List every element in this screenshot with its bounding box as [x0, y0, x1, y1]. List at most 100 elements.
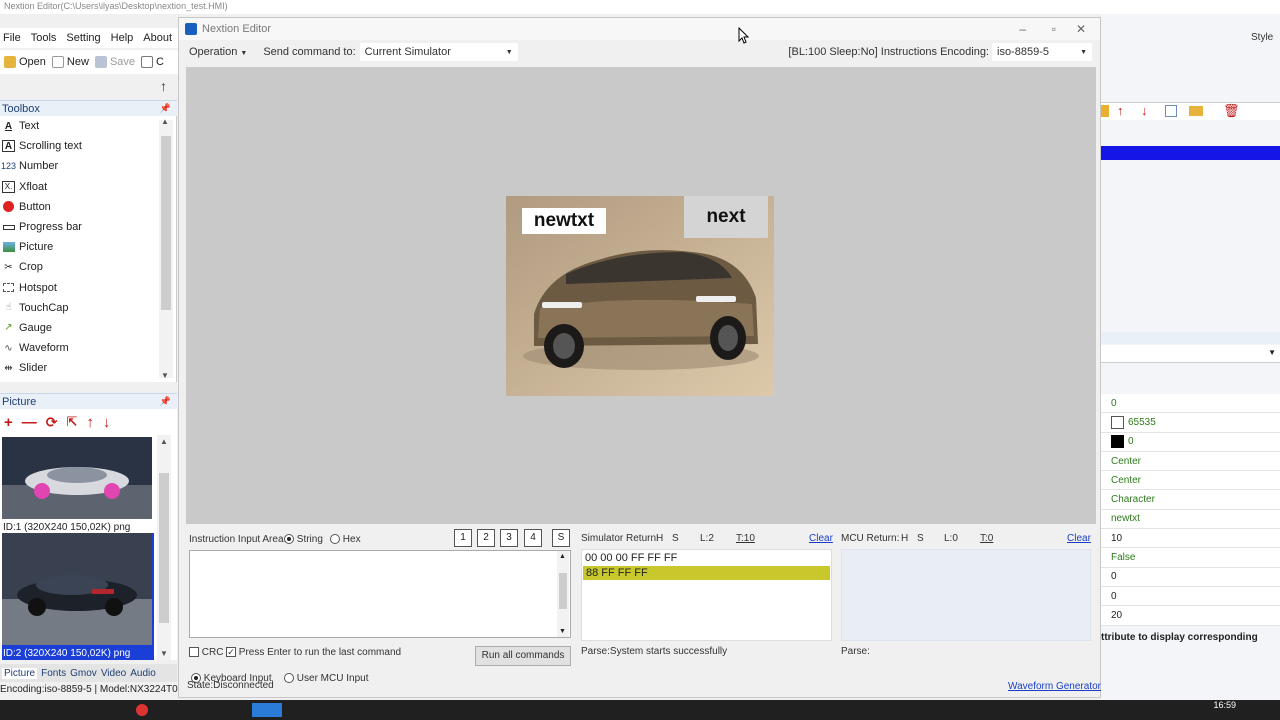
scroll-down-icon[interactable]: ▼ [559, 628, 566, 635]
operation-menu[interactable]: Operation ▼ [189, 46, 247, 58]
open-button[interactable]: Open [4, 56, 46, 68]
move-down-icon[interactable]: ↓ [1141, 103, 1148, 118]
toolbox-item-text[interactable]: A Text [0, 116, 176, 136]
close-icon[interactable]: ✕ [1076, 22, 1086, 36]
instruction-input-textarea[interactable]: ▲ ▼ [189, 550, 571, 638]
tab-picture[interactable]: Picture [2, 667, 38, 679]
attribute-row[interactable]: Center [1101, 471, 1280, 491]
menu-help[interactable]: Help [111, 32, 134, 44]
component-icon[interactable] [1101, 105, 1109, 117]
attribute-row[interactable]: 0 [1101, 433, 1280, 452]
command-save-button[interactable]: S [552, 529, 570, 547]
toolbox-item-xfloat[interactable]: X. Xfloat [0, 177, 176, 197]
mcu-return-s-toggle[interactable]: S [917, 533, 924, 544]
user-mcu-input-radio[interactable]: User MCU Input [284, 673, 368, 684]
picture-scrollbar[interactable]: ▲ ▼ [157, 435, 171, 660]
picture-item[interactable]: ID:1 (320X240 150,02K) png [2, 437, 154, 534]
component-select[interactable]: ▼ [1101, 345, 1280, 363]
attribute-row[interactable]: 0 [1101, 587, 1280, 607]
toolbox-item-picture[interactable]: Picture [0, 237, 176, 257]
tab-audio[interactable]: Audio [130, 668, 156, 679]
maximize-icon[interactable]: ▫ [1052, 22, 1056, 36]
minimize-icon[interactable]: – [1019, 22, 1026, 36]
mcu-return-h-toggle[interactable]: H [901, 533, 908, 544]
attribute-row[interactable]: 20 [1101, 606, 1280, 626]
toolbox-scrollbar[interactable]: ▲ ▼ [159, 117, 173, 380]
attribute-row[interactable]: Character [1101, 490, 1280, 510]
toolbox-item-hotspot[interactable]: Hotspot [0, 278, 176, 298]
toolbox-item-slider[interactable]: ⇹ Slider [0, 358, 176, 378]
string-radio[interactable]: String [284, 534, 323, 545]
chevron-down-icon[interactable]: ▼ [1268, 348, 1276, 357]
compile-button[interactable]: C [141, 56, 164, 68]
remove-icon[interactable]: — [22, 414, 37, 431]
picture-item-selected[interactable]: ID:2 (320X240 150,02K) png [2, 533, 154, 660]
encoding-select[interactable]: iso-8859-5 ▼ [992, 43, 1092, 61]
save-button[interactable]: Save [94, 56, 135, 68]
arrow-up-icon[interactable]: ↑ [160, 78, 167, 94]
chrome-app-icon[interactable] [136, 704, 148, 716]
command-slot-1-button[interactable]: 1 [454, 529, 472, 547]
paste-icon[interactable] [1189, 106, 1203, 116]
scroll-thumb[interactable] [159, 473, 169, 623]
scroll-up-icon[interactable]: ▲ [160, 437, 168, 446]
toolbox-item-button[interactable]: Button [0, 197, 176, 217]
scroll-thumb[interactable] [559, 573, 567, 609]
move-up-icon[interactable]: ↑ [86, 414, 94, 431]
tab-video[interactable]: Video [101, 668, 126, 679]
scroll-down-icon[interactable]: ▼ [160, 649, 168, 658]
toolbox-item-waveform[interactable]: ∿ Waveform [0, 338, 176, 358]
toolbox-item-progress-bar[interactable]: Progress bar [0, 217, 176, 237]
mcu-return-clear-link[interactable]: Clear [1067, 533, 1091, 544]
attribute-row[interactable]: False [1101, 548, 1280, 568]
scroll-up-icon[interactable]: ▲ [559, 553, 566, 560]
press-enter-checkbox[interactable]: ✓ Press Enter to run the last command [226, 647, 401, 658]
menu-about[interactable]: About [143, 32, 172, 44]
menu-file[interactable]: File [3, 32, 21, 44]
sim-return-clear-link[interactable]: Clear [809, 533, 833, 544]
sim-return-s-toggle[interactable]: S [672, 533, 679, 544]
scroll-down-icon[interactable]: ▼ [161, 371, 169, 380]
next-button-component[interactable]: next [684, 196, 768, 238]
scroll-thumb[interactable] [161, 136, 171, 310]
send-target-select[interactable]: Current Simulator ▼ [359, 43, 518, 61]
mcu-return-timeout[interactable]: T:0 [980, 533, 993, 544]
device-screen[interactable]: newtxt next [506, 196, 774, 396]
attribute-row[interactable]: 10 [1101, 529, 1280, 549]
newtxt-text-component[interactable]: newtxt [522, 208, 606, 234]
move-up-icon[interactable]: ↑ [1117, 103, 1124, 118]
simulator-return-box[interactable]: 00 00 00 FF FF FF 88 FF FF FF [581, 549, 832, 641]
replace-icon[interactable]: ⟳ [46, 414, 58, 431]
mcu-return-box[interactable] [841, 549, 1091, 641]
menu-setting[interactable]: Setting [66, 32, 100, 44]
attribute-row[interactable]: Center [1101, 452, 1280, 472]
tab-gmov[interactable]: Gmov [70, 668, 97, 679]
hex-radio[interactable]: Hex [330, 534, 361, 545]
sim-return-timeout[interactable]: T:10 [736, 533, 755, 544]
copy-icon[interactable] [1165, 105, 1177, 117]
toolbox-item-scrolling-text[interactable]: A Scrolling text [0, 136, 176, 156]
command-slot-4-button[interactable]: 4 [524, 529, 542, 547]
toolbox-item-touchcap[interactable]: ☝ TouchCap [0, 298, 176, 318]
nextion-app-icon[interactable] [252, 703, 282, 717]
scroll-up-icon[interactable]: ▲ [161, 117, 169, 126]
menu-tools[interactable]: Tools [31, 32, 57, 44]
toolbox-item-gauge[interactable]: ↗ Gauge [0, 318, 176, 338]
textarea-scrollbar[interactable]: ▲ ▼ [557, 551, 569, 637]
pin-icon[interactable]: 📌 [160, 103, 171, 114]
waveform-generator-link[interactable]: Waveform Generator [1008, 681, 1101, 692]
attribute-row[interactable]: newtxt [1101, 510, 1280, 530]
run-all-commands-button[interactable]: Run all commands [475, 646, 571, 666]
command-slot-3-button[interactable]: 3 [500, 529, 518, 547]
add-icon[interactable]: + [4, 414, 13, 431]
pin-icon[interactable]: 📌 [160, 396, 171, 407]
tab-fonts[interactable]: Fonts [41, 668, 66, 679]
toolbox-item-number[interactable]: 123 Number [0, 156, 176, 176]
export-icon[interactable]: ⇱ [67, 414, 78, 430]
move-down-icon[interactable]: ↓ [103, 414, 111, 431]
style-menu[interactable]: Style [1251, 32, 1273, 43]
command-slot-2-button[interactable]: 2 [477, 529, 495, 547]
new-button[interactable]: New [51, 56, 89, 68]
sim-return-h-toggle[interactable]: H [656, 533, 663, 544]
trash-icon[interactable]: 🗑 [1223, 103, 1240, 119]
